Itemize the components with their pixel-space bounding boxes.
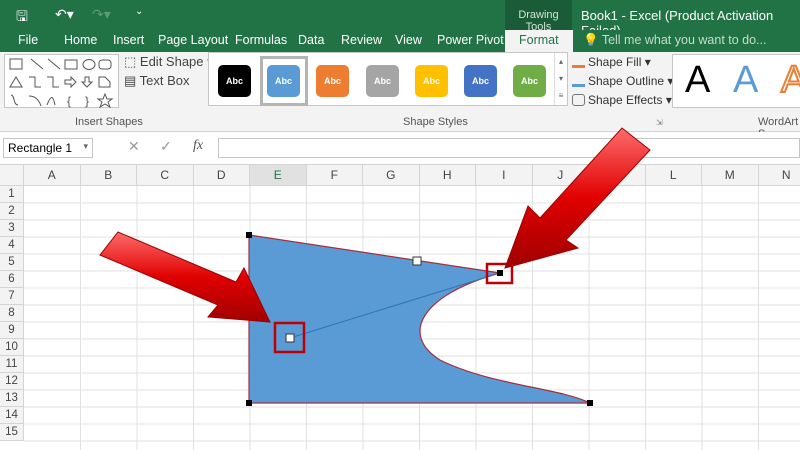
vertex-handle-selected[interactable] <box>497 270 503 276</box>
red-arrow-icon <box>99 231 271 323</box>
vertex-handle[interactable] <box>587 400 593 406</box>
shape-layer <box>99 127 651 406</box>
bezier-handle[interactable] <box>412 256 422 266</box>
vertex-handle[interactable] <box>246 232 252 238</box>
red-arrow-icon <box>504 127 651 269</box>
vertex-handle[interactable] <box>246 400 252 406</box>
bezier-handle[interactable] <box>285 333 295 343</box>
